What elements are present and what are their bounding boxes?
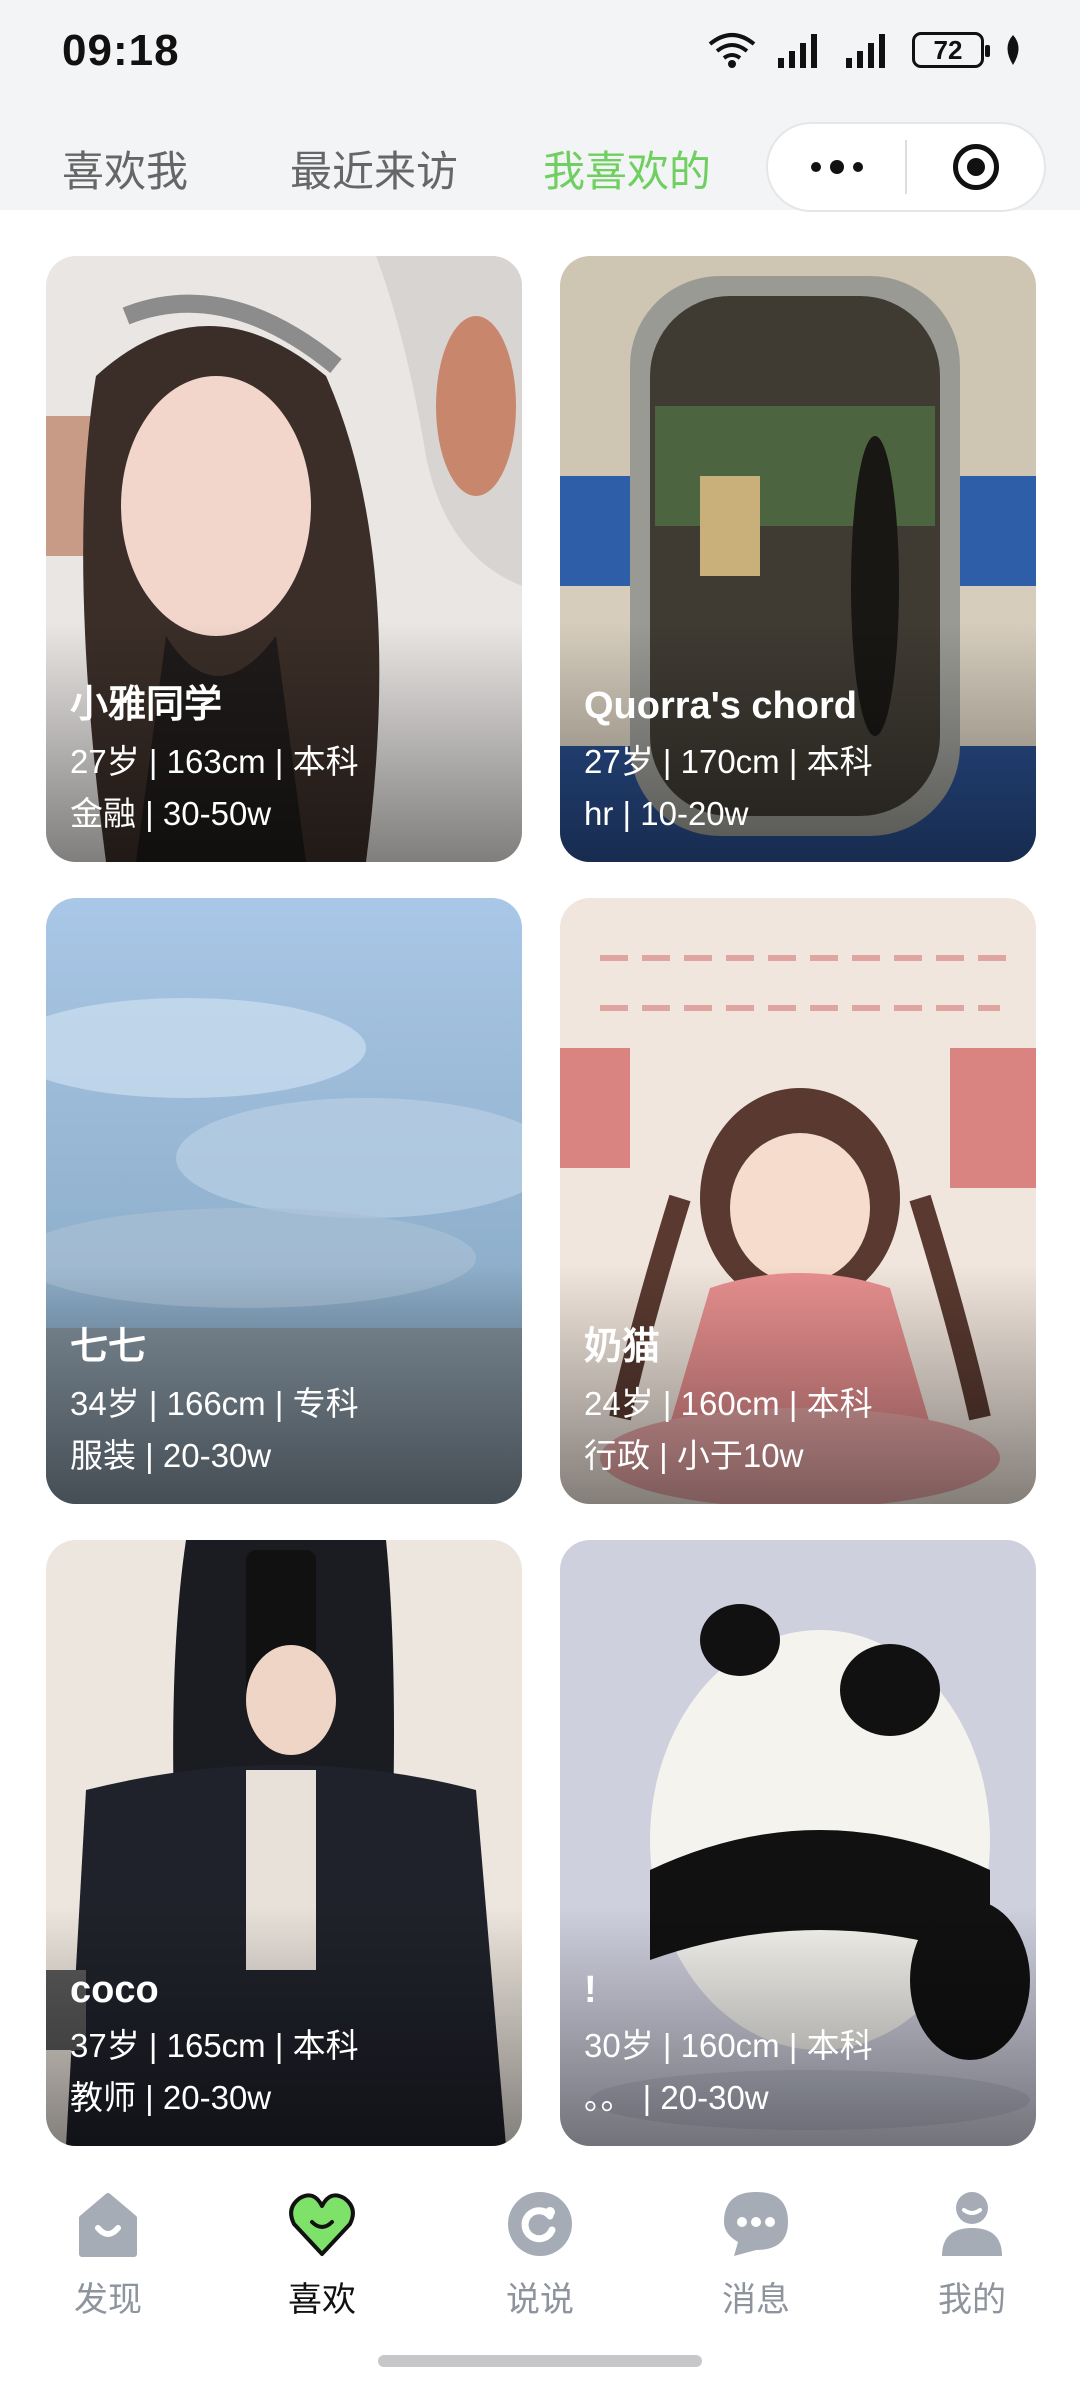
user-card[interactable]: ! 30岁 | 160cm | 本科 。。 | 20-30w bbox=[560, 1540, 1036, 2146]
user-basic-info: 37岁 | 165cm | 本科 bbox=[70, 2027, 359, 2064]
card-info: ! 30岁 | 160cm | 本科 。。 | 20-30w bbox=[584, 1969, 873, 2124]
nav-label: 喜欢 bbox=[288, 2281, 356, 2319]
user-card[interactable]: coco 37岁 | 165cm | 本科 教师 | 20-30w bbox=[46, 1540, 522, 2146]
nav-item-profile[interactable]: 我的 bbox=[897, 2188, 1047, 2321]
top-bar: 09:18 72 喜欢我 最近来访 我喜欢的 bbox=[0, 0, 1080, 212]
user-name: ! bbox=[584, 1969, 597, 2011]
moments-icon bbox=[508, 2192, 572, 2256]
home-icon bbox=[79, 2193, 137, 2257]
card-info: Quorra's chord 27岁 | 170cm | 本科 hr | 10-… bbox=[584, 685, 873, 840]
close-button[interactable] bbox=[907, 124, 1044, 210]
nav-item-discover[interactable]: 发现 bbox=[33, 2188, 183, 2321]
user-basic-info: 24岁 | 160cm | 本科 bbox=[584, 1385, 873, 1422]
leaf-icon bbox=[1007, 35, 1019, 65]
status-time: 09:18 bbox=[62, 26, 180, 75]
user-job-income: 。。 | 20-30w bbox=[584, 2079, 769, 2116]
tab-my-likes[interactable]: 我喜欢的 bbox=[543, 138, 711, 199]
tab-recent-visitors[interactable]: 最近来访 bbox=[290, 138, 458, 199]
user-card[interactable]: Quorra's chord 27岁 | 170cm | 本科 hr | 10-… bbox=[560, 256, 1036, 862]
bottom-nav: 发现 喜欢 说说 消息 我的 bbox=[0, 2160, 1080, 2387]
nav-label: 说说 bbox=[506, 2281, 574, 2319]
nav-label: 消息 bbox=[722, 2281, 790, 2319]
battery-icon: 72 bbox=[912, 32, 990, 68]
user-basic-info: 34岁 | 166cm | 专科 bbox=[70, 1385, 359, 1422]
user-job-income: 行政 | 小于10w bbox=[584, 1437, 804, 1474]
nav-label: 发现 bbox=[74, 2281, 142, 2319]
user-card[interactable]: 小雅同学 27岁 | 163cm | 本科 金融 | 30-50w bbox=[46, 256, 522, 862]
user-job-income: 教师 | 20-30w bbox=[70, 2079, 272, 2116]
status-bar: 09:18 72 bbox=[0, 0, 1080, 110]
target-icon bbox=[952, 144, 999, 190]
user-job-income: 服装 | 20-30w bbox=[70, 1437, 272, 1474]
nav-item-likes[interactable]: 喜欢 bbox=[247, 2188, 397, 2321]
tab-likes-me[interactable]: 喜欢我 bbox=[62, 138, 188, 199]
user-basic-info: 27岁 | 170cm | 本科 bbox=[584, 743, 873, 780]
heart-icon bbox=[289, 2193, 355, 2256]
user-card[interactable]: 七七 34岁 | 166cm | 专科 服装 | 20-30w bbox=[46, 898, 522, 1504]
user-card[interactable]: 奶猫 24岁 | 160cm | 本科 行政 | 小于10w bbox=[560, 898, 1036, 1504]
status-icons: 72 bbox=[706, 30, 1024, 70]
profile-icon bbox=[942, 2192, 1002, 2256]
user-name: 奶猫 bbox=[584, 1326, 661, 1368]
user-name: 七七 bbox=[70, 1326, 147, 1368]
chat-icon bbox=[724, 2192, 788, 2256]
more-dots-icon bbox=[810, 160, 863, 174]
tab-bar: 喜欢我 最近来访 我喜欢的 bbox=[0, 130, 760, 210]
signal-icon-2 bbox=[846, 34, 885, 68]
user-basic-info: 30岁 | 160cm | 本科 bbox=[584, 2027, 873, 2064]
more-button[interactable] bbox=[768, 124, 905, 210]
user-name: Quorra's chord bbox=[584, 685, 857, 727]
card-info: 奶猫 24岁 | 160cm | 本科 行政 | 小于10w bbox=[584, 1315, 873, 1482]
liked-users-grid: 小雅同学 27岁 | 163cm | 本科 金融 | 30-50w Quorra… bbox=[46, 256, 1036, 2146]
card-info: 小雅同学 27岁 | 163cm | 本科 金融 | 30-50w bbox=[70, 673, 359, 840]
home-indicator bbox=[378, 2355, 702, 2367]
user-name: coco bbox=[70, 1969, 159, 2011]
user-basic-info: 27岁 | 163cm | 本科 bbox=[70, 743, 359, 780]
card-info: 七七 34岁 | 166cm | 专科 服装 | 20-30w bbox=[70, 1315, 359, 1482]
signal-icon bbox=[778, 34, 817, 68]
nav-label: 我的 bbox=[938, 2281, 1006, 2319]
user-job-income: 金融 | 30-50w bbox=[70, 795, 272, 832]
nav-item-messages[interactable]: 消息 bbox=[681, 2188, 831, 2321]
battery-level: 72 bbox=[933, 34, 963, 65]
user-name: 小雅同学 bbox=[70, 684, 223, 726]
card-info: coco 37岁 | 165cm | 本科 教师 | 20-30w bbox=[70, 1969, 359, 2124]
wifi-icon bbox=[708, 33, 756, 68]
user-job-income: hr | 10-20w bbox=[584, 795, 749, 832]
nav-item-moments[interactable]: 说说 bbox=[465, 2188, 615, 2321]
mini-program-capsule bbox=[766, 122, 1046, 212]
